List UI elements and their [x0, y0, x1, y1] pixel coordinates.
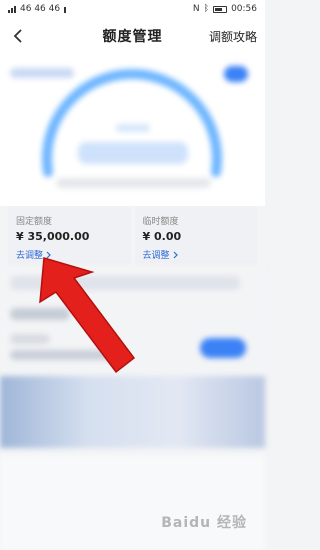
- page-title: 额度管理: [102, 29, 163, 45]
- fixed-quota-amount: ¥ 35,000.00: [16, 230, 90, 243]
- back-icon[interactable]: [10, 27, 28, 45]
- nfc-icon: N: [192, 4, 200, 14]
- temporary-quota-label: 临时额度: [142, 217, 179, 227]
- status-bar-left: 46 46 46: [8, 4, 67, 14]
- status-bar: 46 46 46 N ᛒ 00:56: [0, 0, 265, 18]
- wifi-icon: [64, 5, 67, 13]
- adjust-temporary-quota-link[interactable]: 去调整: [143, 248, 179, 261]
- temporary-quota-amount: ¥ 0.00: [142, 230, 182, 243]
- nav-header: 额度管理 调额攻略: [0, 18, 265, 54]
- status-bar-right: N ᛒ 00:56: [193, 4, 257, 14]
- chevron-right-icon: [173, 251, 178, 258]
- adjust-temporary-quota-label: 去调整: [142, 251, 170, 261]
- blurred-label: [10, 68, 74, 78]
- blurred-gauge: [0, 54, 265, 206]
- blurred-footer-area: [0, 456, 265, 550]
- red-arrow-annotation-icon: [39, 257, 136, 374]
- adjustment-guide-link[interactable]: 调额攻略: [209, 28, 257, 45]
- blurred-gauge-subtext: [56, 178, 211, 188]
- blurred-promo-banner[interactable]: [0, 376, 265, 448]
- temporary-quota-card: 临时额度 ¥ 0.00 去调整: [134, 206, 257, 266]
- blurred-available-amount: [78, 142, 188, 164]
- network-type: 46 46 46: [20, 4, 61, 14]
- battery-icon: [213, 5, 228, 13]
- blurred-gauge-caption: [116, 124, 150, 132]
- fixed-quota-label: 固定额度: [16, 217, 53, 227]
- bluetooth-icon: ᛒ: [203, 4, 210, 14]
- watermark: Baidu 经验: [161, 515, 247, 531]
- blurred-toggle: [224, 66, 248, 82]
- signal-icon: [8, 5, 16, 13]
- credit-gauge-card: [0, 54, 265, 206]
- clock: 00:56: [231, 4, 257, 14]
- blurred-action-button[interactable]: [200, 338, 246, 358]
